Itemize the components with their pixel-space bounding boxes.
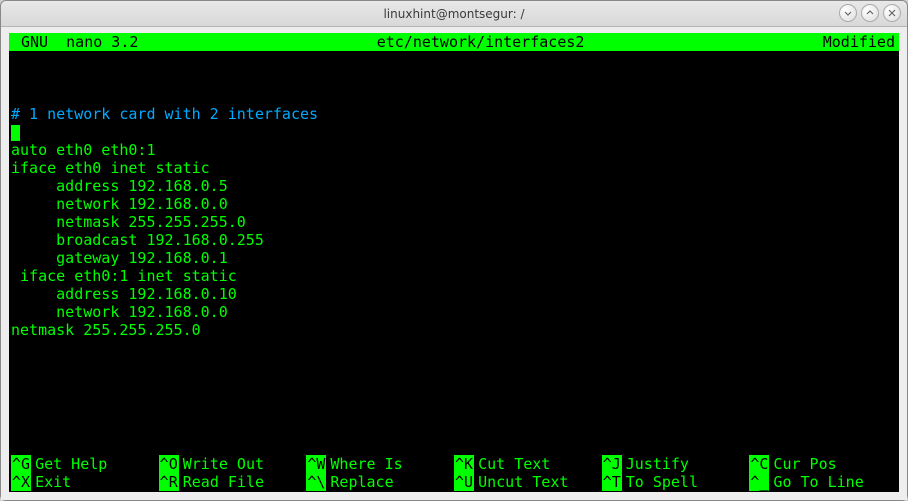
nano-filename: etc/network/interfaces2 <box>138 33 822 51</box>
shortcut-bar: ^GGet Help^OWrite Out^WWhere Is^KCut Tex… <box>9 455 899 492</box>
window-controls <box>839 4 901 22</box>
shortcut-label: Exit <box>31 473 71 491</box>
shortcut-label: Go To Line <box>769 473 863 491</box>
close-button[interactable] <box>883 4 901 22</box>
shortcut-key: ^O <box>159 455 179 473</box>
shortcut-write-out[interactable]: ^OWrite Out <box>159 455 307 473</box>
terminal-window: linuxhint@montsegur: / GNU nano 3.2 etc/… <box>0 0 908 501</box>
cursor <box>11 125 20 141</box>
minimize-button[interactable] <box>839 4 857 22</box>
editor-line: iface eth0 inet static <box>11 159 210 177</box>
editor-line: broadcast 192.168.0.255 <box>11 231 264 249</box>
shortcut-label: Replace <box>326 473 393 491</box>
editor-line: address 192.168.0.5 <box>11 177 228 195</box>
shortcut-key: ^J <box>602 455 622 473</box>
shortcut-label: Cur Pos <box>769 455 836 473</box>
shortcut-go-to-line[interactable]: ^_Go To Line <box>749 473 897 491</box>
shortcut-label: Get Help <box>31 455 107 473</box>
editor-line: netmask 255.255.255.0 <box>11 213 246 231</box>
shortcut-read-file[interactable]: ^RRead File <box>159 473 307 491</box>
window-title: linuxhint@montsegur: / <box>383 7 524 21</box>
shortcut-label: Cut Text <box>474 455 550 473</box>
shortcut-label: Uncut Text <box>474 473 568 491</box>
shortcut-label: Write Out <box>179 455 264 473</box>
editor-line: iface eth0:1 inet static <box>11 267 237 285</box>
shortcut-where-is[interactable]: ^WWhere Is <box>306 455 454 473</box>
shortcut-key: ^T <box>602 473 622 491</box>
shortcut-key: ^G <box>11 455 31 473</box>
shortcut-key: ^\ <box>306 473 326 491</box>
editor-area[interactable]: # 1 network card with 2 interfaces auto … <box>9 51 899 339</box>
shortcut-justify[interactable]: ^JJustify <box>602 455 750 473</box>
shortcut-row-2: ^XExit^RRead File^\Replace^UUncut Text^T… <box>11 473 897 491</box>
shortcut-uncut-text[interactable]: ^UUncut Text <box>454 473 602 491</box>
shortcut-cur-pos[interactable]: ^CCur Pos <box>749 455 897 473</box>
editor-line: network 192.168.0.0 <box>11 195 228 213</box>
shortcut-label: To Spell <box>622 473 698 491</box>
shortcut-label: Where Is <box>326 455 402 473</box>
terminal[interactable]: GNU nano 3.2 etc/network/interfaces2 Mod… <box>9 33 899 492</box>
shortcut-key: ^U <box>454 473 474 491</box>
window-titlebar[interactable]: linuxhint@montsegur: / <box>1 1 907 27</box>
editor-line: auto eth0 eth0:1 <box>11 141 156 159</box>
shortcut-key: ^R <box>159 473 179 491</box>
shortcut-get-help[interactable]: ^GGet Help <box>11 455 159 473</box>
nano-header: GNU nano 3.2 etc/network/interfaces2 Mod… <box>9 33 899 51</box>
editor-line: gateway 192.168.0.1 <box>11 249 228 267</box>
comment-line: # 1 network card with 2 interfaces <box>11 105 318 123</box>
maximize-button[interactable] <box>861 4 879 22</box>
shortcut-replace[interactable]: ^\Replace <box>306 473 454 491</box>
shortcut-key: ^K <box>454 455 474 473</box>
shortcut-key: ^_ <box>749 473 769 491</box>
editor-line: netmask 255.255.255.0 <box>11 321 201 339</box>
shortcut-key: ^X <box>11 473 31 491</box>
shortcut-label: Read File <box>179 473 264 491</box>
shortcut-cut-text[interactable]: ^KCut Text <box>454 455 602 473</box>
shortcut-exit[interactable]: ^XExit <box>11 473 159 491</box>
terminal-padding: GNU nano 3.2 etc/network/interfaces2 Mod… <box>1 27 907 500</box>
nano-status: Modified <box>823 33 897 51</box>
shortcut-to-spell[interactable]: ^TTo Spell <box>602 473 750 491</box>
shortcut-key: ^C <box>749 455 769 473</box>
shortcut-key: ^W <box>306 455 326 473</box>
editor-line: address 192.168.0.10 <box>11 285 237 303</box>
shortcut-row-1: ^GGet Help^OWrite Out^WWhere Is^KCut Tex… <box>11 455 897 473</box>
shortcut-label: Justify <box>622 455 689 473</box>
nano-version: GNU nano 3.2 <box>11 33 138 51</box>
editor-line: network 192.168.0.0 <box>11 303 228 321</box>
